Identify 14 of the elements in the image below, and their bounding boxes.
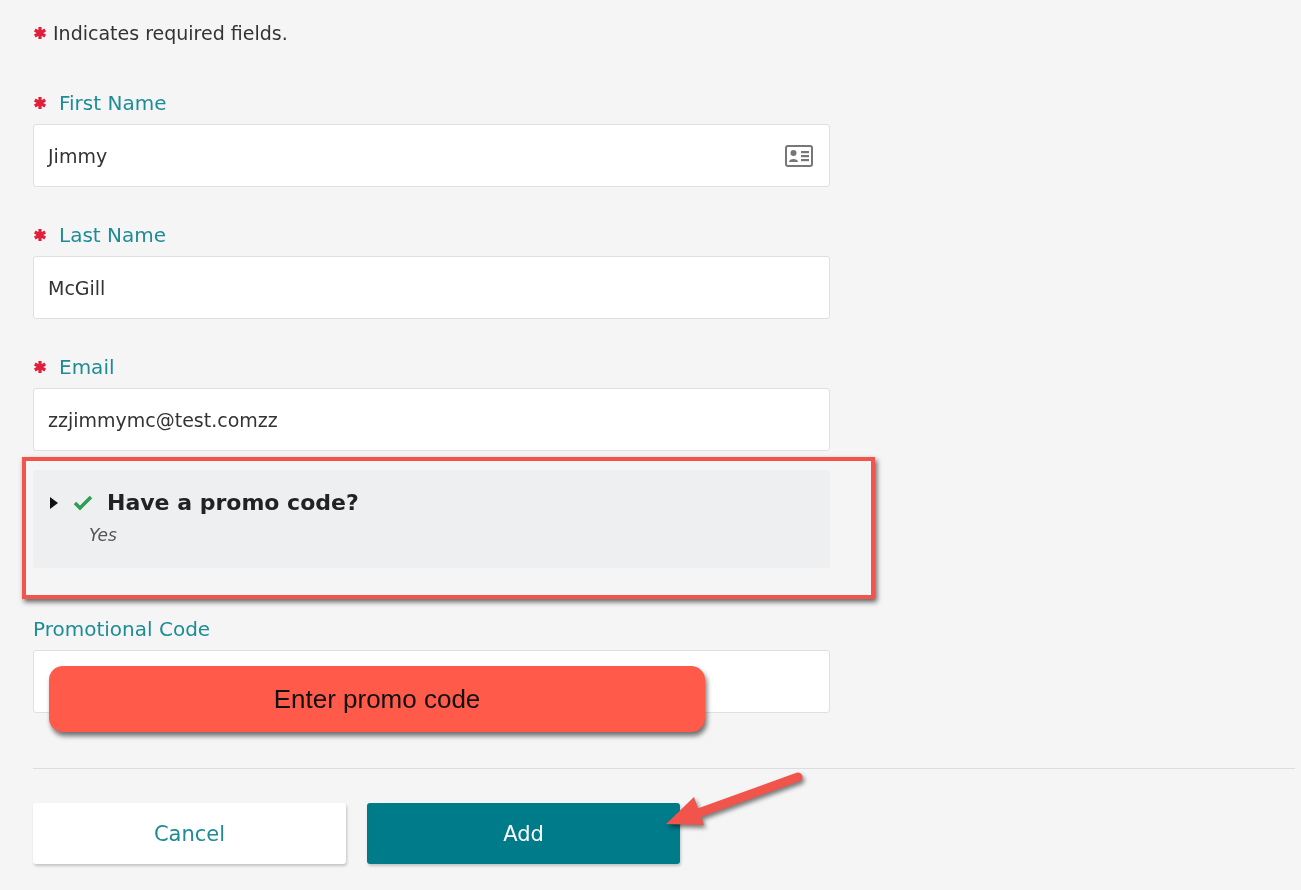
cancel-button[interactable]: Cancel (33, 803, 346, 864)
callout-tooltip: Enter promo code (49, 666, 705, 732)
text-field[interactable]: Jimmy (33, 124, 830, 187)
required-note: Indicates required fields. (53, 22, 288, 44)
field-label: Email (59, 355, 115, 379)
promo-section[interactable]: Have a promo code? Yes (33, 470, 830, 568)
text-field[interactable]: McGill (33, 256, 830, 319)
add-button[interactable]: Add (367, 803, 680, 864)
field-label: First Name (59, 91, 167, 115)
section-title: Have a promo code? (107, 490, 359, 515)
text-field[interactable]: zzjimmymc@test.comzz (33, 388, 830, 451)
answer-text: Yes (89, 525, 117, 545)
field-label: Last Name (59, 223, 167, 247)
field-label: Promotional Code (33, 617, 211, 641)
